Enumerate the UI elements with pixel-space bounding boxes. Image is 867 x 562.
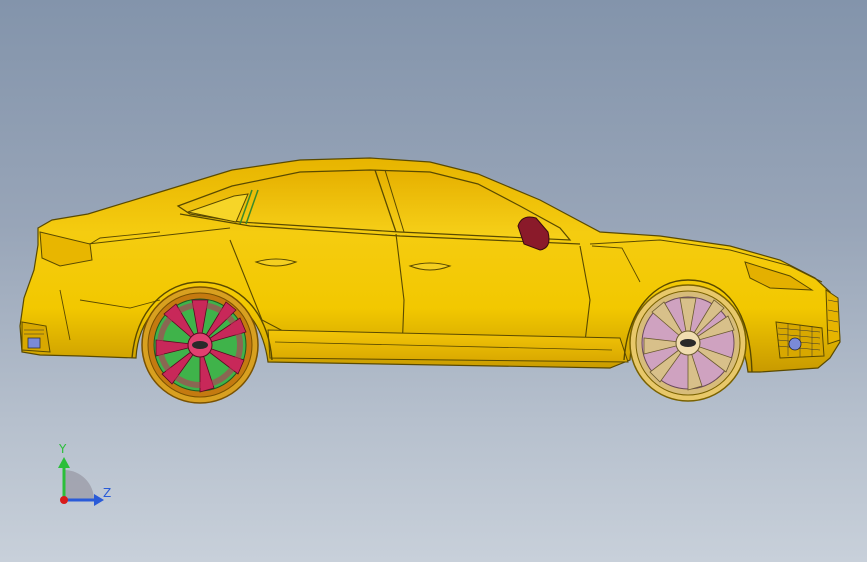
axis-triad (58, 457, 104, 506)
car-model[interactable] (0, 0, 867, 562)
x-axis-dot (60, 496, 68, 504)
front-wheel (629, 284, 747, 402)
rear-wheel (141, 286, 259, 404)
z-axis-label: Z (103, 486, 112, 500)
y-axis-label: Y (59, 442, 67, 456)
graphics-viewport[interactable]: Y Z (0, 0, 867, 562)
y-axis-arrow-icon (58, 457, 70, 468)
